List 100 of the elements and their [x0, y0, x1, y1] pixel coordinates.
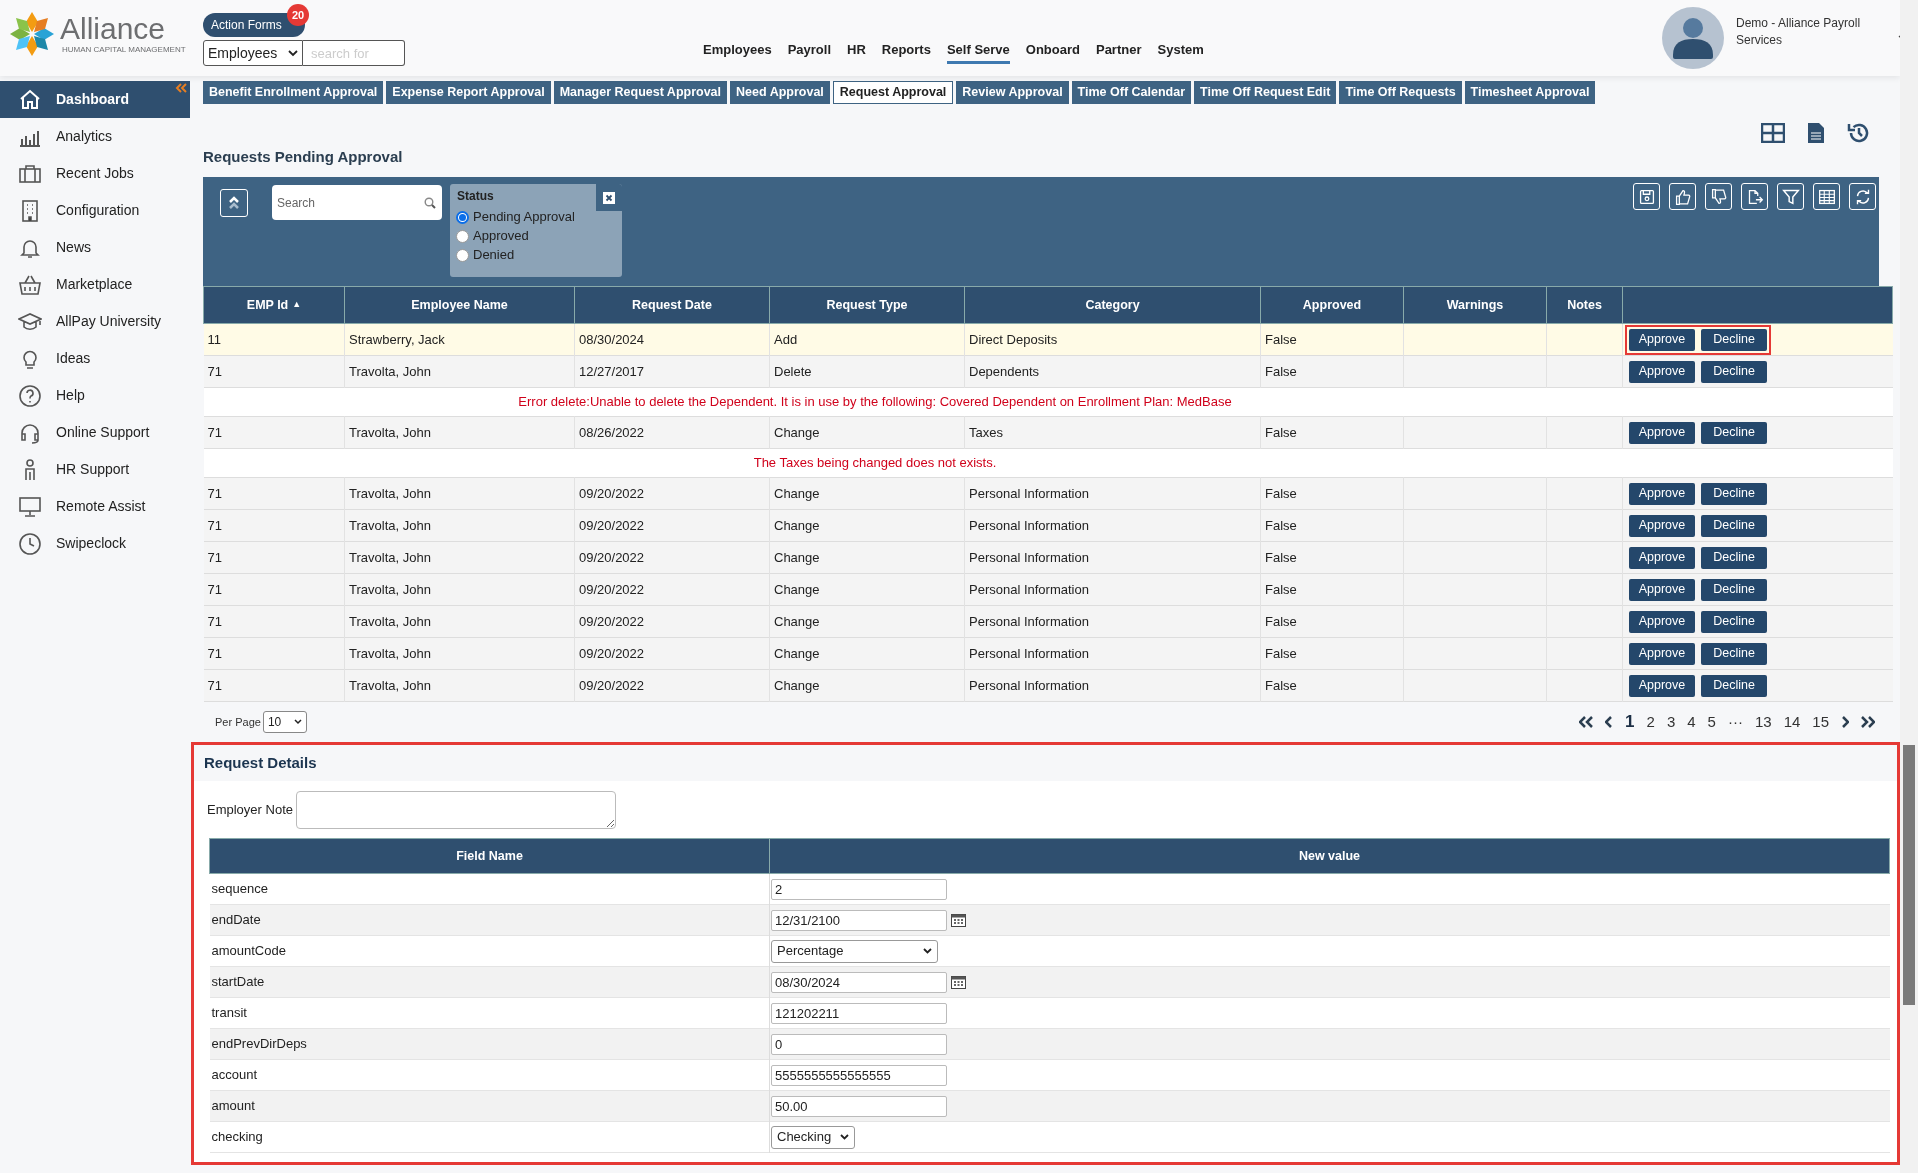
select-field[interactable]: Percentage	[771, 939, 938, 963]
sidebar-item[interactable]: HR Support	[0, 451, 190, 488]
tab[interactable]: Review Approval	[956, 81, 1069, 104]
calendar-icon[interactable]	[951, 913, 966, 927]
tab[interactable]: Request Approval	[832, 81, 954, 104]
approve-button[interactable]: Approve	[1629, 578, 1695, 601]
page-link[interactable]: 3	[1666, 710, 1676, 734]
export-button[interactable]	[1741, 183, 1768, 210]
search-scope-select[interactable]: Employees	[203, 40, 303, 66]
decline-button[interactable]: Decline	[1701, 421, 1767, 444]
first-page-icon[interactable]	[1579, 716, 1594, 728]
sidebar-item[interactable]: Recent Jobs	[0, 155, 190, 192]
employer-note-field[interactable]	[296, 790, 616, 829]
sidebar-item[interactable]: Marketplace	[0, 266, 190, 303]
search-field[interactable]: Search	[272, 185, 442, 220]
document-icon[interactable]	[1807, 122, 1825, 144]
save-button[interactable]	[1633, 183, 1660, 210]
table-row[interactable]: 71 Travolta, John 09/20/2022 Change Personal Information False Approve Decline	[203, 541, 1893, 574]
grid-view-icon[interactable]	[1761, 123, 1785, 143]
tab[interactable]: Manager Request Approval	[553, 81, 728, 104]
text-field[interactable]: 121202211	[771, 1002, 947, 1024]
nav-link[interactable]: System	[1157, 40, 1204, 64]
sidebar-item[interactable]: Online Support	[0, 414, 190, 451]
table-row[interactable]: 71 Travolta, John 12/27/2017 Delete Dependents False Approve Decline	[203, 355, 1893, 388]
tab[interactable]: Timesheet Approval	[1464, 81, 1596, 104]
page-link[interactable]: 2	[1646, 710, 1655, 734]
tab[interactable]: Time Off Calendar	[1071, 81, 1192, 104]
sidebar-item[interactable]: Ideas	[0, 340, 190, 377]
collapse-icon[interactable]	[175, 83, 187, 93]
tab[interactable]: Time Off Requests	[1339, 81, 1462, 104]
history-icon[interactable]	[1847, 121, 1871, 145]
decline-button[interactable]: Decline	[1701, 546, 1767, 569]
sidebar-item[interactable]: Dashboard	[0, 81, 190, 118]
page-link[interactable]: 1	[1625, 709, 1635, 735]
text-field[interactable]: 2	[771, 878, 947, 900]
nav-link[interactable]: Reports	[881, 40, 931, 64]
approve-button[interactable]: Approve	[1629, 610, 1695, 633]
approve-button[interactable]: Approve	[1629, 328, 1695, 351]
status-radio[interactable]: Pending Approval	[456, 208, 575, 226]
page-link[interactable]: ···	[1727, 710, 1743, 734]
refresh-button[interactable]	[1849, 183, 1876, 210]
sidebar-item[interactable]: Configuration	[0, 192, 190, 229]
decline-button[interactable]: Decline	[1701, 674, 1767, 697]
table-button[interactable]	[1813, 183, 1840, 210]
status-radio[interactable]: Denied	[456, 246, 575, 264]
date-field[interactable]: 08/30/2024	[771, 971, 947, 993]
approve-button[interactable]: Approve	[1629, 360, 1695, 383]
tab[interactable]: Need Approval	[730, 81, 830, 104]
approve-button[interactable]: Approve	[1629, 421, 1695, 444]
table-row[interactable]: 71 Travolta, John 09/20/2022 Change Personal Information False Approve Decline	[203, 573, 1893, 606]
decline-button[interactable]: Decline	[1701, 578, 1767, 601]
collapse-button[interactable]	[220, 189, 248, 217]
scrollbar[interactable]	[1900, 0, 1918, 1173]
table-row[interactable]: 71 Travolta, John 09/20/2022 Change Personal Information False Approve Decline	[203, 637, 1893, 670]
nav-link[interactable]: Payroll	[787, 40, 831, 64]
approve-button[interactable]: Approve	[1629, 546, 1695, 569]
tab[interactable]: Expense Report Approval	[386, 81, 551, 104]
sort-indicator[interactable]: ▲	[292, 298, 302, 312]
sidebar-item[interactable]: AllPay University	[0, 303, 190, 340]
table-row[interactable]: 71 Travolta, John 09/20/2022 Change Personal Information False Approve Decline	[203, 509, 1893, 542]
column-header[interactable]: EMP Id	[246, 295, 289, 315]
thumbs-up-button[interactable]	[1669, 183, 1696, 210]
select-field[interactable]: Checking	[771, 1125, 855, 1149]
status-radio[interactable]: Approved	[456, 227, 575, 245]
decline-button[interactable]: Decline	[1701, 514, 1767, 537]
page-link[interactable]: 5	[1707, 710, 1716, 734]
tab[interactable]: Benefit Enrollment Approval	[203, 81, 384, 104]
nav-link[interactable]: Self Serve	[946, 40, 1010, 64]
page-link[interactable]: 14	[1783, 710, 1801, 734]
approve-button[interactable]: Approve	[1629, 674, 1695, 697]
filter-button[interactable]	[1777, 183, 1804, 210]
decline-button[interactable]: Decline	[1701, 642, 1767, 665]
decline-button[interactable]: Decline	[1701, 482, 1767, 505]
sidebar-item[interactable]: Remote Assist	[0, 488, 190, 525]
table-row[interactable]: 71 Travolta, John 09/20/2022 Change Personal Information False Approve Decline	[203, 477, 1893, 510]
text-field[interactable]: 0	[771, 1033, 947, 1055]
page-link[interactable]: 4	[1687, 710, 1696, 734]
nav-link[interactable]: Partner	[1095, 40, 1142, 64]
text-field[interactable]: 5555555555555555	[771, 1064, 947, 1086]
text-field[interactable]: 50.00	[771, 1095, 947, 1117]
next-page-icon[interactable]	[1841, 716, 1849, 728]
approve-button[interactable]: Approve	[1629, 642, 1695, 665]
page-link[interactable]: 13	[1754, 710, 1772, 734]
nav-link[interactable]: HR	[847, 40, 866, 64]
sidebar-item[interactable]: Help	[0, 377, 190, 414]
date-field[interactable]: 12/31/2100	[771, 909, 947, 931]
previous-page-icon[interactable]	[1605, 716, 1614, 728]
nav-link[interactable]: Employees	[703, 40, 772, 64]
nav-link[interactable]: Onboard	[1025, 40, 1080, 64]
decline-button[interactable]: Decline	[1701, 360, 1767, 383]
last-page-icon[interactable]	[1861, 716, 1875, 728]
approve-button[interactable]: Approve	[1629, 482, 1695, 505]
sidebar-item[interactable]: News	[0, 229, 190, 266]
table-row[interactable]: 71 Travolta, John 09/20/2022 Change Personal Information False Approve Decline	[203, 669, 1893, 702]
tab[interactable]: Time Off Request Edit	[1194, 81, 1337, 104]
column-header[interactable]: Category	[1085, 295, 1140, 315]
approve-button[interactable]: Approve	[1629, 514, 1695, 537]
decline-button[interactable]: Decline	[1701, 610, 1767, 633]
sidebar-item[interactable]: Swipeclock	[0, 525, 190, 562]
per-page-select[interactable]: 10	[262, 711, 307, 733]
